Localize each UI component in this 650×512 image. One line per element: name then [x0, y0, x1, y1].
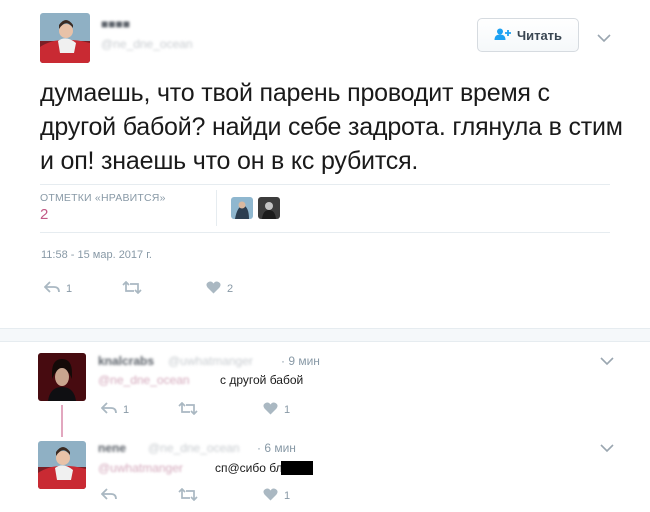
author-avatar[interactable] — [40, 13, 90, 63]
reply-count: 1 — [66, 282, 73, 295]
reply-author-handle[interactable]: @ne_dne_ocean — [148, 441, 240, 455]
author-handle[interactable]: @ne_dne_ocean — [101, 37, 193, 51]
chevron-down-icon[interactable] — [600, 353, 614, 366]
section-separator — [0, 328, 650, 342]
reply-author-handle[interactable]: @uwhatmanger — [168, 354, 253, 368]
likes-count[interactable]: 2 — [40, 206, 48, 223]
heart-icon — [206, 281, 221, 297]
chevron-down-icon[interactable] — [600, 440, 614, 453]
likers-divider — [216, 190, 217, 226]
reply-button[interactable] — [100, 488, 123, 503]
reply-author-name[interactable]: nene — [98, 441, 126, 455]
reply-text: с другой бабой — [220, 373, 304, 387]
divider — [40, 232, 610, 233]
reply-avatar[interactable] — [38, 353, 86, 401]
like-button[interactable]: 1 — [263, 402, 290, 418]
reply-mention[interactable]: @uwhatmanger — [98, 461, 183, 475]
censor-block — [281, 461, 313, 475]
like-count: 2 — [227, 283, 234, 295]
retweet-icon — [178, 401, 198, 418]
reply-time[interactable]: · 9 мин — [281, 354, 320, 368]
reply-author-name[interactable]: knalcrabs — [98, 354, 154, 368]
retweet-button[interactable] — [178, 401, 204, 418]
reply-icon — [100, 402, 117, 417]
reply-count: 1 — [123, 403, 130, 416]
reply-text: сп@сибо бл — [215, 461, 283, 475]
thread-connector — [61, 405, 63, 437]
reply-time[interactable]: · 6 мин — [257, 441, 296, 455]
reply-button[interactable]: 1 — [43, 281, 73, 296]
author-name[interactable]: ■■■■ — [101, 17, 130, 31]
liker-avatar[interactable] — [231, 197, 253, 219]
like-count: 1 — [284, 404, 291, 416]
retweet-button[interactable] — [122, 280, 148, 297]
reply-button[interactable]: 1 — [100, 402, 130, 417]
likes-label[interactable]: ОТМЕТКИ «НРАВИТСЯ» — [40, 192, 166, 204]
liker-avatar[interactable] — [258, 197, 280, 219]
heart-icon — [263, 402, 278, 418]
add-user-icon — [494, 28, 511, 43]
like-count: 1 — [284, 490, 291, 502]
tweet-text: думаешь, что твой парень проводит время … — [40, 79, 623, 175]
reply-icon — [100, 488, 117, 503]
retweet-icon — [122, 280, 142, 297]
retweet-button[interactable] — [178, 487, 204, 504]
follow-label: Читать — [516, 27, 563, 43]
like-button[interactable]: 2 — [206, 281, 233, 297]
retweet-icon — [178, 487, 198, 504]
chevron-down-icon[interactable] — [597, 30, 611, 43]
follow-button[interactable]: Читать — [477, 18, 579, 52]
reply-icon — [43, 281, 60, 296]
divider — [40, 184, 610, 185]
tweet-timestamp[interactable]: 11:58 - 15 мар. 2017 г. — [41, 249, 152, 261]
reply-mention[interactable]: @ne_dne_ocean — [98, 373, 190, 387]
like-button[interactable]: 1 — [263, 488, 290, 504]
reply-avatar[interactable] — [38, 441, 86, 489]
heart-icon — [263, 488, 278, 504]
